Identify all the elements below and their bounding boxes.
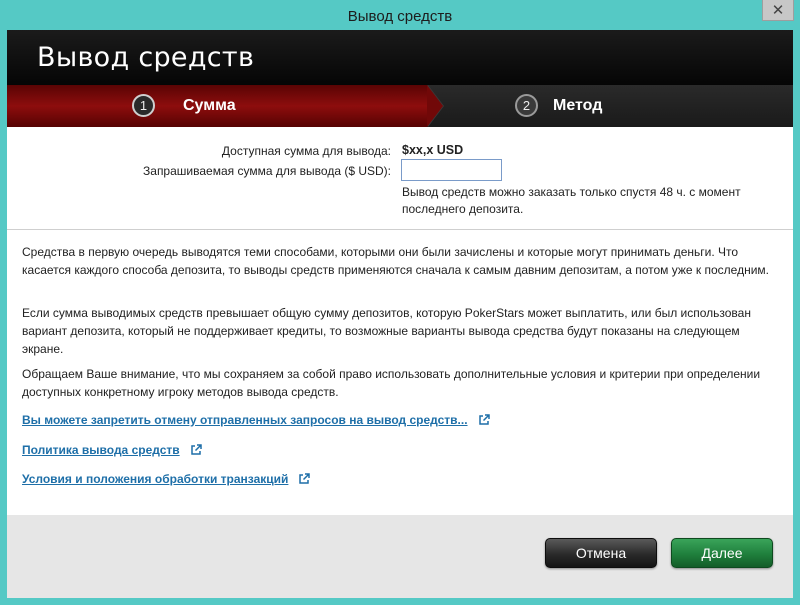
page-title: Вывод средств bbox=[37, 42, 255, 73]
step-number-badge: 2 bbox=[515, 94, 538, 117]
step-label: Сумма bbox=[183, 96, 236, 114]
withdrawal-window: Вывод средств ✕ Вывод средств 1 Сумма 2 … bbox=[0, 0, 800, 605]
link-label: Условия и положения обработки транзакций bbox=[22, 472, 289, 486]
step-label: Метод bbox=[553, 96, 603, 114]
requested-amount-label: Запрашиваемая сумма для вывода ($ USD): bbox=[143, 164, 391, 178]
dialog-header: Вывод средств bbox=[7, 30, 793, 85]
step-method: 2 Метод bbox=[515, 94, 602, 117]
link-label: Политика вывода средств bbox=[22, 443, 180, 457]
step-amount: 1 Сумма bbox=[132, 94, 236, 117]
title-bar[interactable]: Вывод средств ✕ bbox=[0, 0, 800, 30]
withdrawal-hint: Вывод средств можно заказать только спус… bbox=[402, 185, 741, 216]
next-button[interactable]: Далее bbox=[671, 538, 773, 568]
step-number-badge: 1 bbox=[132, 94, 155, 117]
dialog-footer: Отмена Далее bbox=[7, 515, 793, 598]
cancel-lock-link[interactable]: Вы можете запретить отмену отправленных … bbox=[22, 413, 490, 427]
external-link-icon bbox=[190, 444, 202, 455]
available-amount-label: Доступная сумма для вывода: bbox=[221, 144, 391, 158]
external-link-icon bbox=[478, 414, 490, 425]
info-paragraph: Обращаем Ваше внимание, что мы сохраняем… bbox=[22, 367, 761, 399]
withdrawal-policy-link[interactable]: Политика вывода средств bbox=[22, 443, 202, 457]
info-paragraph: Если сумма выводимых средств превышает о… bbox=[22, 306, 751, 356]
requested-amount-input[interactable] bbox=[401, 159, 502, 181]
steps-bar: 1 Сумма 2 Метод bbox=[7, 85, 793, 127]
external-link-icon bbox=[299, 473, 311, 484]
cancel-button[interactable]: Отмена bbox=[545, 538, 657, 568]
close-button[interactable]: ✕ bbox=[762, 0, 794, 21]
dialog-content: Вывод средств 1 Сумма 2 Метод Доступная … bbox=[7, 30, 793, 598]
window-title: Вывод средств bbox=[347, 7, 453, 25]
available-amount-value: $xx,x USD bbox=[402, 143, 464, 157]
info-paragraph: Средства в первую очередь выводятся теми… bbox=[22, 245, 769, 277]
step-arrow bbox=[427, 85, 443, 127]
transaction-terms-link[interactable]: Условия и положения обработки транзакций bbox=[22, 472, 311, 486]
close-icon: ✕ bbox=[771, 2, 785, 19]
link-label: Вы можете запретить отмену отправленных … bbox=[22, 413, 468, 427]
divider bbox=[7, 229, 793, 230]
